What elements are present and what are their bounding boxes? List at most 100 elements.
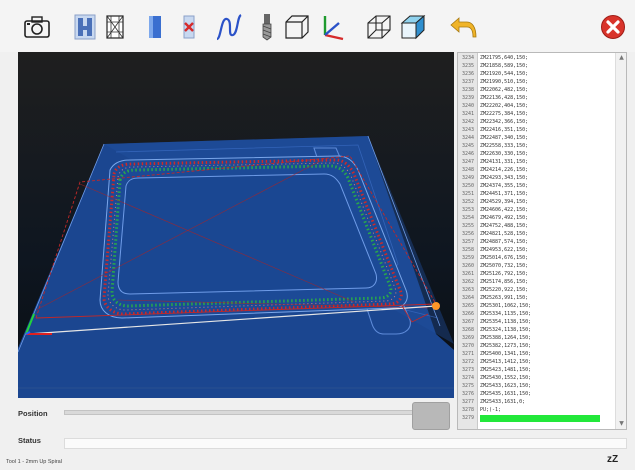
code-text: ZM25430,1552,150; <box>480 375 532 381</box>
position-slider-track[interactable] <box>64 410 420 415</box>
code-line[interactable]: 3276 ZM25435,1631,150; <box>462 390 616 398</box>
line-number: 3262 <box>461 279 475 285</box>
line-number: 3254 <box>461 215 475 221</box>
code-line[interactable]: 3279 <box>462 414 616 422</box>
code-line[interactable]: 3278 PU;(-1; <box>462 406 616 414</box>
line-number: 3272 <box>461 359 475 365</box>
code-line[interactable]: 3269 ZM25388,1264,150; <box>462 334 616 342</box>
scroll-down-arrow-icon[interactable]: ▼ <box>616 419 626 429</box>
code-line[interactable]: 3263 ZM25220,922,150; <box>462 286 616 294</box>
code-text: ZM24374,355,150; <box>480 183 529 189</box>
code-text: ZM22487,340,150; <box>480 135 529 141</box>
code-text: ZM24529,394,150; <box>480 199 529 205</box>
camera-icon[interactable] <box>22 12 52 42</box>
code-line[interactable]: 3237 ZM21990,510,150; <box>462 78 616 86</box>
tool-info: Tool 1 - 2mm Up Spiral <box>6 459 62 465</box>
code-line[interactable]: 3261 ZM25126,792,150; <box>462 270 616 278</box>
iso-solid-icon[interactable] <box>398 12 428 42</box>
code-text: ZM25174,856,150; <box>480 279 529 285</box>
code-line[interactable]: 3266 ZM25334,1135,150; <box>462 310 616 318</box>
code-line[interactable]: 3270 ZM25382,1273,150; <box>462 342 616 350</box>
code-line[interactable]: 3272 ZM25413,1412,150; <box>462 358 616 366</box>
code-line[interactable]: 3247 ZM24131,331,150; <box>462 158 616 166</box>
undo-arrow-icon[interactable] <box>448 12 478 42</box>
line-number: 3259 <box>461 255 475 261</box>
code-line[interactable]: 3258 ZM24953,622,150; <box>462 246 616 254</box>
code-line[interactable]: 3264 ZM25263,991,150; <box>462 294 616 302</box>
code-line[interactable]: 3274 ZM25430,1552,150; <box>462 374 616 382</box>
code-line[interactable]: 3267 ZM25354,1138,150; <box>462 318 616 326</box>
code-text: ZM24131,331,150; <box>480 159 529 165</box>
code-text: ZM25435,1631,150; <box>480 391 532 397</box>
code-text: ZM22202,404,150; <box>480 103 529 109</box>
code-line[interactable]: 3252 ZM24529,394,150; <box>462 198 616 206</box>
hide-stock-icon[interactable] <box>174 12 204 42</box>
line-number: 3242 <box>461 119 475 125</box>
axes-icon[interactable] <box>316 12 346 42</box>
line-number: 3275 <box>461 383 475 389</box>
code-line[interactable]: 3241 ZM22275,384,150; <box>462 110 616 118</box>
code-text: ZM25220,922,150; <box>480 287 529 293</box>
position-slider-thumb[interactable] <box>412 402 450 430</box>
line-number: 3276 <box>461 391 475 397</box>
code-text: ZM24821,528,150; <box>480 231 529 237</box>
code-line[interactable]: 3277 ZM25433,1631,0; <box>462 398 616 406</box>
code-lines: 3234 ZM21795,640,150; 3235 ZM21858,589,150;… <box>462 54 616 422</box>
code-line[interactable]: 3255 ZM24752,488,150; <box>462 222 616 230</box>
gcode-listing[interactable]: 3234 ZM21795,640,150; 3235 ZM21858,589,150;… <box>457 52 627 430</box>
view-solid-icon[interactable] <box>140 12 170 42</box>
code-line[interactable]: 3242 ZM22342,366,150; <box>462 118 616 126</box>
line-number: 3270 <box>461 343 475 349</box>
code-line[interactable]: 3275 ZM25433,1623,150; <box>462 382 616 390</box>
code-text: ZM24293,343,150; <box>480 175 529 181</box>
box-view-icon[interactable] <box>282 12 312 42</box>
code-line[interactable]: 3236 ZM21920,544,150; <box>462 70 616 78</box>
code-line[interactable]: 3253 ZM24606,422,150; <box>462 206 616 214</box>
code-line[interactable]: 3257 ZM24887,574,150; <box>462 238 616 246</box>
line-number: 3235 <box>461 63 475 69</box>
code-line[interactable]: 3239 ZM22136,428,150; <box>462 94 616 102</box>
scroll-up-arrow-icon[interactable]: ▲ <box>616 53 626 63</box>
code-text: ZM22342,366,150; <box>480 119 529 125</box>
code-line[interactable]: 3251 ZM24451,371,150; <box>462 190 616 198</box>
code-scrollbar[interactable]: ▲ ▼ <box>615 53 626 429</box>
code-line[interactable]: 3256 ZM24821,528,150; <box>462 230 616 238</box>
tool-icon[interactable] <box>252 12 282 42</box>
code-line[interactable]: 3250 ZM24374,355,150; <box>462 182 616 190</box>
code-line[interactable]: 3234 ZM21795,640,150; <box>462 54 616 62</box>
line-number: 3263 <box>461 287 475 293</box>
line-number: 3236 <box>461 71 475 77</box>
code-line[interactable]: 3244 ZM22487,340,150; <box>462 134 616 142</box>
code-line[interactable]: 3268 ZM25324,1138,150; <box>462 326 616 334</box>
code-text: ZM25324,1138,150; <box>480 327 532 333</box>
code-line[interactable]: 3273 ZM25423,1481,150; <box>462 366 616 374</box>
code-line[interactable]: 3262 ZM25174,856,150; <box>462 278 616 286</box>
code-text: ZM22558,333,150; <box>480 143 529 149</box>
code-text: ZM25334,1135,150; <box>480 311 532 317</box>
code-line[interactable]: 3260 ZM25070,732,150; <box>462 262 616 270</box>
code-line[interactable]: 3245 ZM22558,333,150; <box>462 142 616 150</box>
code-line[interactable]: 3254 ZM24679,492,150; <box>462 214 616 222</box>
line-number: 3257 <box>461 239 475 245</box>
code-line[interactable]: 3271 ZM25400,1341,150; <box>462 350 616 358</box>
code-line[interactable]: 3240 ZM22202,404,150; <box>462 102 616 110</box>
code-line[interactable]: 3265 ZM25301,1062,150; <box>462 302 616 310</box>
view-side-icon[interactable] <box>70 12 100 42</box>
iso-wireframe-icon[interactable] <box>364 12 394 42</box>
code-line[interactable]: 3235 ZM21858,589,150; <box>462 62 616 70</box>
3d-viewport[interactable] <box>18 52 454 398</box>
code-line[interactable]: 3249 ZM24293,343,150; <box>462 174 616 182</box>
line-number: 3245 <box>461 143 475 149</box>
view-wireframe-icon[interactable] <box>100 12 130 42</box>
code-text: ZM25400,1341,150; <box>480 351 532 357</box>
code-line[interactable]: 3238 ZM22062,482,150; <box>462 86 616 94</box>
code-text: ZM25388,1264,150; <box>480 335 532 341</box>
code-line[interactable]: 3259 ZM25014,676,150; <box>462 254 616 262</box>
code-line[interactable]: 3246 ZM22630,330,150; <box>462 150 616 158</box>
code-line[interactable]: 3248 ZM24214,226,150; <box>462 166 616 174</box>
toolpath-icon[interactable] <box>214 12 244 42</box>
code-text: ZM25014,676,150; <box>480 255 529 261</box>
line-number: 3252 <box>461 199 475 205</box>
code-line[interactable]: 3243 ZM22416,351,150; <box>462 126 616 134</box>
close-icon[interactable] <box>598 12 628 42</box>
